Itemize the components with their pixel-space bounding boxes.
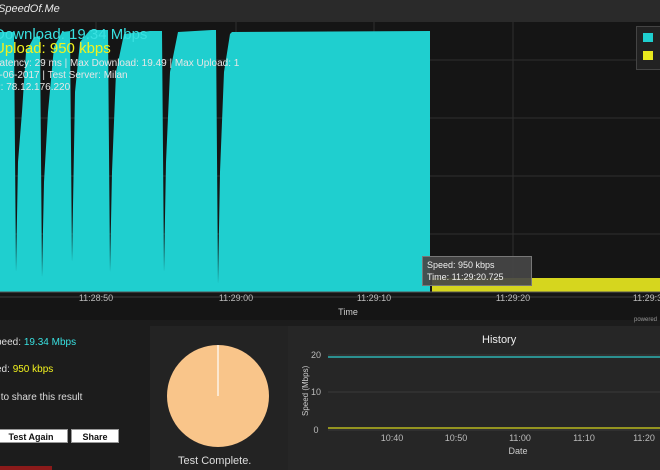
tooltip-speed: Speed: 950 kbps — [427, 260, 495, 270]
history-x-label: Date — [508, 446, 527, 456]
result-download-label: peed: — [0, 337, 22, 348]
date-server-info: 0-06-2017 | Test Server: Milan — [0, 70, 128, 81]
status-text: Test Complete. — [178, 455, 252, 467]
history-x-tick: 10:50 — [445, 433, 468, 443]
result-upload-value: 950 kbps — [12, 364, 54, 375]
share-button[interactable]: Share — [71, 429, 119, 443]
history-y-tick: 20 — [311, 350, 321, 360]
brand-title: SpeedOf.Me — [0, 3, 60, 15]
progress-pie — [167, 345, 269, 447]
x-tick-label: 11:28:50 — [79, 293, 113, 303]
powered-by: powered — [634, 317, 658, 323]
history-y-tick: 10 — [311, 387, 321, 397]
legend-download-swatch — [643, 33, 653, 42]
history-x-tick: 11:10 — [573, 433, 595, 443]
footer-strip — [0, 466, 52, 470]
history-x-tick: 11:20 — [633, 433, 655, 443]
top-bar: SpeedOf.Me — [0, 0, 660, 22]
ip-info: P: 78.12.176.220 — [0, 82, 71, 93]
x-tick-label: 11:29:20 — [496, 293, 530, 303]
history-x-tick: 10:40 — [381, 433, 404, 443]
upload-summary: Upload: 950 kbps — [0, 40, 111, 57]
result-download: peed: 19.34 Mbps — [0, 337, 76, 348]
history-chart: 20 10 0 10:40 10:50 11:00 11:10 11:20 Da… — [301, 350, 660, 456]
history-x-tick: 11:00 — [509, 433, 531, 443]
x-tick-label: 11:29:30 — [633, 293, 660, 303]
test-again-button[interactable]: Test Again — [0, 429, 68, 443]
result-upload: ed: 950 kbps — [0, 364, 53, 375]
x-tick-label: 11:29:00 — [219, 293, 253, 303]
tooltip-time: Time: 11:29:20.725 — [427, 272, 504, 282]
chart-legend — [636, 26, 660, 70]
x-tick-label: 11:29:10 — [357, 293, 391, 303]
x-axis-label: Time — [338, 307, 358, 317]
result-download-value: 19.34 Mbps — [23, 337, 77, 348]
result-upload-label: ed: — [0, 364, 10, 375]
share-hint: ' to share this result — [0, 392, 83, 403]
legend-upload-swatch — [643, 51, 653, 60]
history-y-tick: 0 — [313, 425, 318, 435]
history-y-label: Speed (Mbps) — [301, 365, 310, 416]
latency-info: Latency: 29 ms | Max Download: 19.49 | M… — [0, 58, 240, 69]
chart-tooltip: Speed: 950 kbps Time: 11:29:20.725 — [422, 256, 532, 286]
